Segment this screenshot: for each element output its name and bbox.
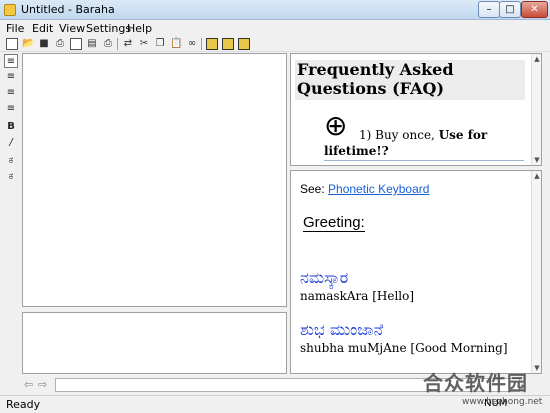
faq-pane: Frequently Asked Questions (FAQ) ⊕ 1) Bu…: [290, 53, 542, 166]
back-arrow-icon[interactable]: ⇦: [24, 378, 33, 391]
menu-settings[interactable]: Settings: [86, 22, 131, 35]
faq-item-text: 1) Buy once, Use for: [359, 128, 487, 142]
watermark-brand: 合众软件园: [423, 371, 528, 395]
faq-item-bold: Use for: [438, 128, 488, 142]
help-pane: See: Phonetic Keyboard Greeting: ನಮಸ್ಕಾರ…: [290, 170, 542, 374]
toolbar-separator: [117, 38, 118, 50]
scroll-down-icon[interactable]: ▼: [532, 363, 541, 373]
paste-icon[interactable]: 📋: [170, 38, 182, 50]
faq-item-number: 1) Buy once,: [359, 128, 439, 142]
cut-icon[interactable]: ✂: [138, 38, 150, 50]
print-icon[interactable]: ⎙: [102, 38, 114, 50]
maximize-button[interactable]: □: [499, 1, 521, 18]
new-icon[interactable]: [6, 38, 18, 50]
italic-icon[interactable]: /: [4, 136, 18, 150]
menu-edit[interactable]: Edit: [32, 22, 53, 35]
align-center-icon[interactable]: ≡: [4, 70, 18, 84]
open-icon[interactable]: 📂: [22, 38, 34, 50]
export-icon[interactable]: [70, 38, 82, 50]
divider: [324, 160, 524, 161]
close-button[interactable]: ✕: [521, 1, 548, 18]
format-toolbar: ≡ ≡ ≡ ≡ B / ಕ ಕ: [2, 52, 20, 382]
scroll-up-icon[interactable]: ▲: [532, 171, 541, 181]
status-ready: Ready: [6, 398, 41, 411]
menu-file[interactable]: File: [6, 22, 24, 35]
faq-heading: Frequently Asked Questions (FAQ): [295, 60, 525, 100]
minimize-button[interactable]: –: [478, 1, 500, 18]
menu-help[interactable]: Help: [127, 22, 152, 35]
find-icon[interactable]: ▤: [86, 38, 98, 50]
bold-icon[interactable]: B: [4, 120, 18, 134]
watermark-url: www.hezhong.net: [462, 397, 543, 407]
forward-arrow-icon[interactable]: ⇨: [38, 378, 47, 391]
kannada-word: ನಮಸ್ಕಾರ: [300, 268, 349, 287]
secondary-editor[interactable]: [22, 312, 287, 374]
main-editor[interactable]: [22, 53, 287, 307]
see-label: See:: [300, 182, 329, 196]
kannada-script-icon[interactable]: ಕ: [4, 170, 18, 184]
transliteration: shubha muMjAne [Good Morning]: [300, 341, 508, 355]
title-bar: Untitled - Baraha – □ ✕: [0, 0, 550, 20]
align-left-icon[interactable]: ≡: [4, 54, 18, 68]
view1-icon[interactable]: [206, 38, 218, 50]
kannada-font-icon[interactable]: ಕ: [4, 154, 18, 168]
save-icon[interactable]: ■: [38, 38, 50, 50]
convert-icon[interactable]: ⇄: [122, 38, 134, 50]
kannada-word: ಶುಭ ಮುಂಜಾನೆ: [300, 320, 384, 339]
greeting-heading: Greeting:: [303, 214, 365, 232]
view3-icon[interactable]: [238, 38, 250, 50]
toolbar: 📂 ■ ⎙ ▤ ⎙ ⇄ ✂ ❐ 📋 ∞: [0, 36, 550, 52]
view2-icon[interactable]: [222, 38, 234, 50]
faq-item-line2: lifetime!?: [324, 144, 389, 158]
print-setup-icon[interactable]: ⎙: [54, 38, 66, 50]
justify-icon[interactable]: ≡: [4, 102, 18, 116]
phonetic-keyboard-link[interactable]: Phonetic Keyboard: [328, 182, 429, 196]
plus-circle-icon: ⊕: [324, 109, 348, 142]
copy-icon[interactable]: ❐: [154, 38, 166, 50]
scroll-down-icon[interactable]: ▼: [532, 155, 541, 165]
help-scrollbar[interactable]: ▲ ▼: [531, 171, 541, 373]
toolbar-separator: [201, 38, 202, 50]
window-title: Untitled - Baraha: [21, 3, 115, 16]
faq-scrollbar[interactable]: ▲ ▼: [531, 54, 541, 165]
binoculars-icon[interactable]: ∞: [186, 38, 198, 50]
align-right-icon[interactable]: ≡: [4, 86, 18, 100]
transliteration: namaskAra [Hello]: [300, 289, 415, 303]
app-icon: [4, 4, 16, 16]
scroll-up-icon[interactable]: ▲: [532, 54, 541, 64]
see-also: See: Phonetic Keyboard: [300, 182, 429, 196]
menu-bar: File Edit View Settings Help: [0, 20, 550, 36]
menu-view[interactable]: View: [59, 22, 85, 35]
